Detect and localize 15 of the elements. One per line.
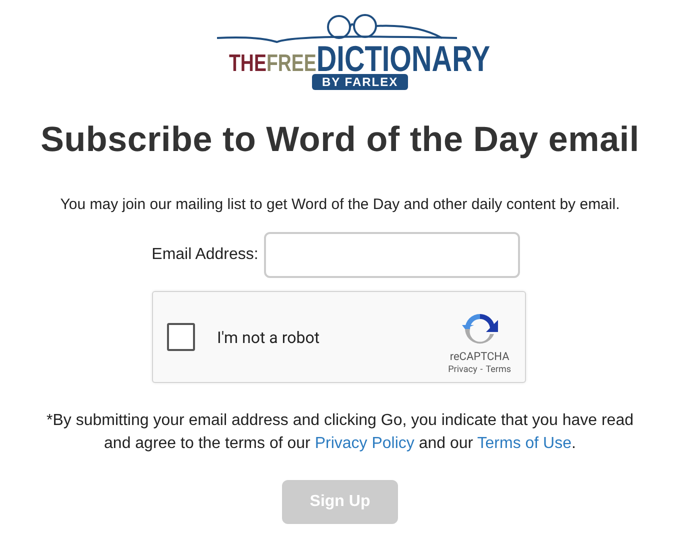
- policy-link[interactable]: Terms of Use: [477, 435, 572, 452]
- logo-word: THE: [229, 50, 266, 78]
- captcha-checkbox[interactable]: [167, 323, 195, 351]
- page-title: Subscribe to Word of the Day email: [40, 120, 640, 160]
- policy-link[interactable]: Privacy Policy: [314, 435, 414, 452]
- email-label: Email Address:: [152, 246, 258, 264]
- captcha-label: I'm not a robot: [217, 328, 321, 346]
- terms-link[interactable]: Terms: [486, 364, 511, 374]
- separator: -: [480, 364, 483, 374]
- privacy-link[interactable]: Privacy: [448, 364, 478, 374]
- recaptcha-brand: reCAPTCHA: [450, 350, 510, 362]
- email-field[interactable]: [264, 232, 520, 278]
- disclaimer-text: *By submitting your email address and clicking Go, you indicate that you have read and agree to the terms of our Privacy Policy and our Terms of Use.: [46, 411, 634, 454]
- intro-text: You may join our mailing list to get Word of the Day and other daily content by email.: [60, 196, 620, 213]
- logo-byline: BY FARLEX: [312, 74, 408, 90]
